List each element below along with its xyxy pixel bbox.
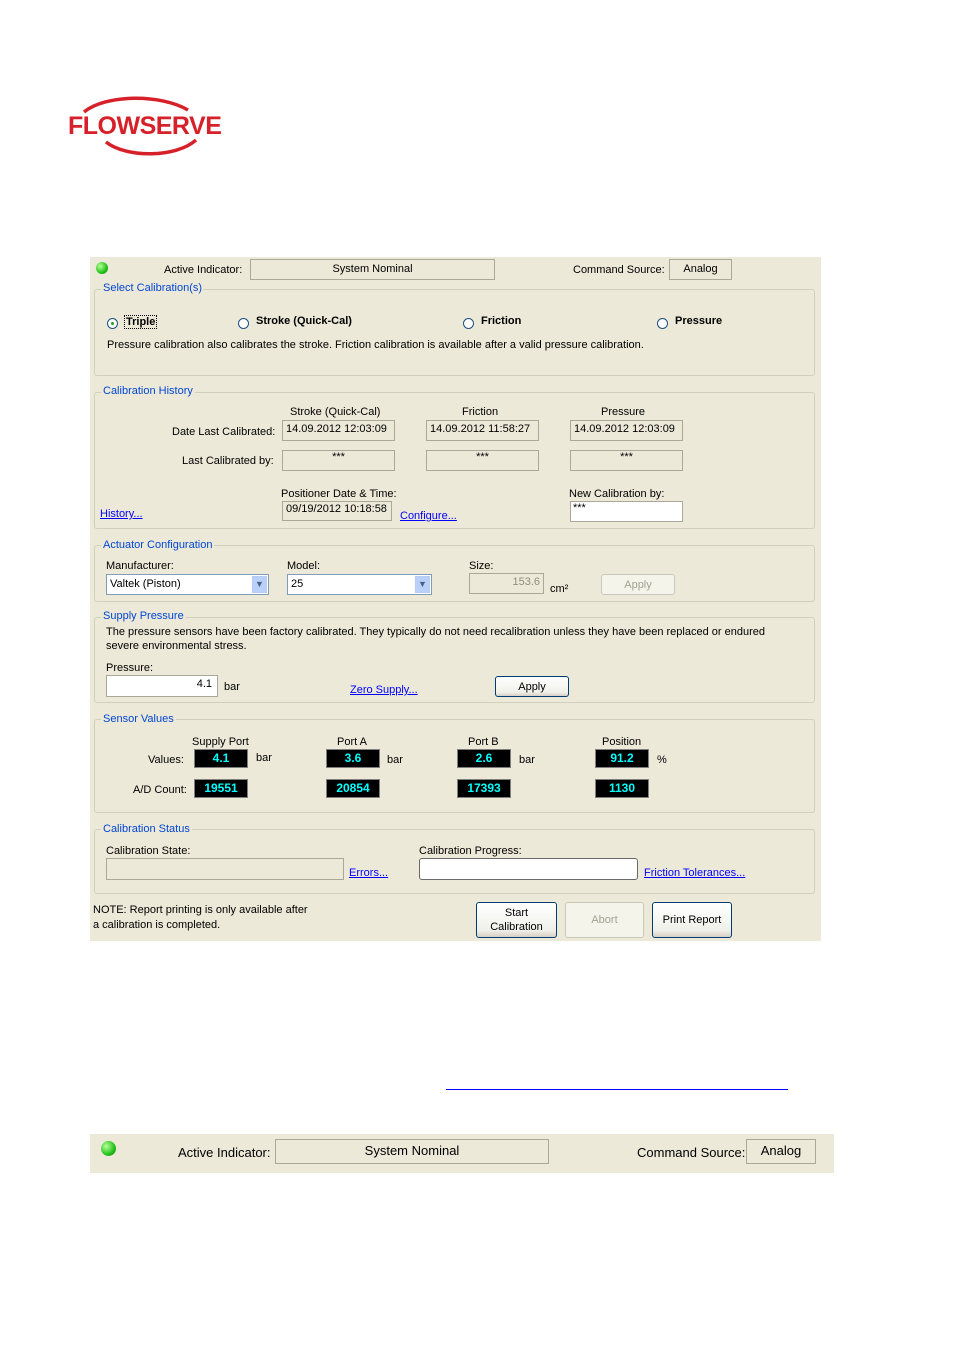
radio-pressure-label[interactable]: Pressure [675,315,722,327]
abort-button[interactable]: Abort [565,902,644,938]
radio-triple-label[interactable]: Triple [124,315,158,329]
supply-port-ad: 19551 [194,779,248,798]
select-calibration-group [94,289,815,376]
active-indicator-label: Active Indicator: [164,264,243,276]
positioner-datetime-field: 09/19/2012 10:18:58 [282,501,392,521]
calibration-state-label: Calibration State: [106,845,191,857]
configure-link[interactable]: Configure... [400,510,457,522]
date-stroke-field: 14.09.2012 12:03:09 [282,420,395,441]
manufacturer-label: Manufacturer: [106,560,174,572]
chevron-down-icon[interactable]: ▼ [415,576,430,593]
size-unit: cm² [550,583,569,595]
command-source-label: Command Source: [573,264,665,276]
by-friction-field: *** [426,450,539,471]
position-value: 91.2 [595,749,649,768]
col-port-b: Port B [468,736,499,748]
chevron-down-icon[interactable]: ▼ [252,576,267,593]
command-source-field: Analog [669,259,732,280]
col-supply-port: Supply Port [192,736,249,748]
status-led-icon [96,262,108,274]
start-calibration-line1: Start [504,907,529,919]
col-stroke-header: Stroke (Quick-Cal) [290,406,381,418]
active-indicator-field: System Nominal [250,259,495,280]
start-calibration-line2: Calibration [490,921,543,933]
start-calibration-button[interactable]: Start Calibration [476,902,557,938]
col-friction-header: Friction [462,406,499,418]
zero-supply-link[interactable]: Zero Supply... [350,684,418,696]
print-report-button[interactable]: Print Report [652,902,732,938]
radio-pressure[interactable] [657,318,668,329]
port-b-unit: bar [519,754,535,766]
pressure-unit: bar [224,681,240,693]
port-a-unit: bar [387,754,403,766]
calibration-progress-label: Calibration Progress: [419,845,522,857]
sensor-values-title: Sensor Values [101,713,176,725]
radio-friction-label[interactable]: Friction [481,315,521,327]
report-note-line1: NOTE: Report printing is only available … [93,904,308,916]
position-unit: % [657,754,667,766]
positioner-datetime-label: Positioner Date & Time: [281,488,397,500]
port-a-value: 3.6 [326,749,380,768]
strip-active-indicator-field: System Nominal [275,1139,549,1164]
supply-note-line2: severe environmental stress. [106,640,247,652]
select-calibration-title: Select Calibration(s) [101,282,205,294]
calibration-history-title: Calibration History [101,385,195,397]
port-b-ad: 17393 [457,779,511,798]
last-calibrated-by-label: Last Calibrated by: [182,455,274,467]
model-select[interactable]: 25 ▼ [287,574,432,595]
pressure-input[interactable]: 4.1 [106,675,218,697]
manufacturer-select[interactable]: Valtek (Piston) ▼ [106,574,269,595]
calibration-state-field [106,858,344,880]
pressure-label: Pressure: [106,662,154,674]
model-label: Model: [287,560,321,572]
size-label: Size: [469,560,494,572]
radio-triple[interactable] [107,318,118,329]
model-value: 25 [291,578,304,590]
actuator-apply-button[interactable]: Apply [601,574,675,595]
port-a-ad: 20854 [326,779,380,798]
calibration-panel: Active Indicator: System Nominal Command… [90,257,821,941]
errors-link[interactable]: Errors... [349,867,388,879]
friction-tolerances-link[interactable]: Friction Tolerances... [644,867,745,879]
report-note-line2: a calibration is completed. [93,919,221,931]
new-calibration-by-label: New Calibration by: [569,488,665,500]
calibration-status-title: Calibration Status [101,823,192,835]
supply-note-line1: The pressure sensors have been factory c… [106,626,765,638]
col-position: Position [602,736,642,748]
by-stroke-field: *** [282,450,395,471]
strip-active-indicator-label: Active Indicator: [178,1145,271,1160]
active-indicator-strip: Active Indicator: System Nominal Command… [90,1134,834,1173]
date-friction-field: 14.09.2012 11:58:27 [426,420,539,441]
position-ad: 1130 [595,779,649,798]
ad-count-label: A/D Count: [133,784,187,796]
manufacturer-value: Valtek (Piston) [110,578,181,590]
date-pressure-field: 14.09.2012 12:03:09 [570,420,683,441]
strip-command-source-label: Command Source: [637,1145,746,1160]
hyperlink-underline[interactable] [446,1089,788,1090]
date-last-calibrated-label: Date Last Calibrated: [172,426,276,438]
by-pressure-field: *** [570,450,683,471]
flowserve-logo: FLOWSERVE [66,96,222,158]
supply-port-unit: bar [256,752,272,764]
strip-command-source-field: Analog [746,1139,816,1164]
supply-apply-button[interactable]: Apply [495,676,569,697]
calibration-note: Pressure calibration also calibrates the… [107,339,644,351]
supply-pressure-title: Supply Pressure [101,610,186,622]
values-label: Values: [148,754,184,766]
size-field: 153.6 [469,573,544,594]
logo-text: FLOWSERVE [68,112,222,140]
radio-friction[interactable] [463,318,474,329]
radio-stroke-label[interactable]: Stroke (Quick-Cal) [256,315,352,327]
status-led-icon [101,1141,116,1156]
port-b-value: 2.6 [457,749,511,768]
radio-stroke[interactable] [238,318,249,329]
supply-port-value: 4.1 [194,749,248,768]
calibration-progress-bar [419,858,638,880]
new-calibration-by-input[interactable]: *** [570,501,683,522]
col-port-a: Port A [337,736,367,748]
actuator-configuration-title: Actuator Configuration [101,539,215,551]
history-link[interactable]: History... [100,508,143,520]
col-pressure-header: Pressure [601,406,646,418]
